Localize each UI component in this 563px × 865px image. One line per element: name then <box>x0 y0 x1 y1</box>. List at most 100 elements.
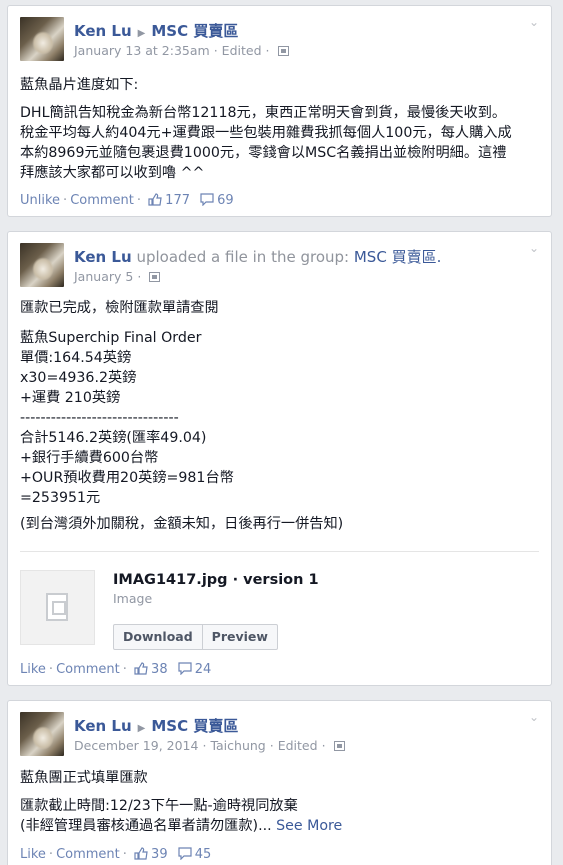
post-meta: January 5 · <box>74 269 161 284</box>
author-avatar[interactable] <box>20 712 64 756</box>
post-header: Ken Lu uploaded a file in the group: MSC… <box>74 246 441 267</box>
comment-count[interactable]: 69 <box>217 193 234 208</box>
download-button[interactable]: Download <box>114 625 202 649</box>
group-name-link[interactable]: MSC 買賣區 <box>151 22 238 40</box>
post-text-line: 本約8969元並隨包裹退費1000元，零錢會以MSC名義捐出並檢附明細。這禮 <box>20 145 507 161</box>
location-link[interactable]: Taichung <box>210 738 265 753</box>
triangle-right-icon: ▶ <box>137 28 146 39</box>
post-actions: Like · Comment · 38 24 <box>20 662 217 677</box>
meta-separator: · <box>213 43 218 58</box>
action-separator: · <box>136 193 142 208</box>
edited-label[interactable]: Edited <box>222 43 262 58</box>
preview-button[interactable]: Preview <box>201 625 277 649</box>
chevron-down-icon[interactable]: ⌄ <box>529 16 541 28</box>
post-text-gap <box>20 318 343 328</box>
thumbs-up-icon[interactable] <box>134 847 148 860</box>
action-separator: · <box>48 847 54 862</box>
post-text-line: DHL簡訊告知稅金為新台幣12118元，東西正常明天會到貨，最慢後天收到。 <box>20 105 507 121</box>
triangle-right-icon: ▶ <box>137 723 146 734</box>
comment-link[interactable]: Comment <box>56 847 120 862</box>
comment-count[interactable]: 24 <box>195 662 212 677</box>
post-text-line: +運費 210英鎊 <box>20 390 121 406</box>
post-header: Ken Lu ▶ MSC 買賣區 <box>74 715 238 736</box>
post-text-gap <box>20 788 342 796</box>
thumbs-up-icon[interactable] <box>134 662 148 675</box>
post-body: 匯款已完成，檢附匯款單請查閱 藍魚Superchip Final Order 單… <box>20 298 343 534</box>
action-separator: · <box>122 847 127 862</box>
like-count[interactable]: 38 <box>151 662 168 677</box>
author-name-link[interactable]: Ken Lu <box>74 248 132 266</box>
like-link[interactable]: Like <box>20 847 46 862</box>
comment-link[interactable]: Comment <box>70 193 134 208</box>
post-text-line: 稅金平均每人約404元+運費跟一些包裝用雜費我抓每個人100元，每人購入成 <box>20 125 512 141</box>
comment-count[interactable]: 45 <box>195 847 212 862</box>
image-file-icon <box>46 593 68 621</box>
audience-icon <box>333 741 345 751</box>
meta-separator: · <box>321 738 326 753</box>
post-text-line: 單價:164.54英鎊 <box>20 350 132 366</box>
file-thumbnail[interactable] <box>20 570 95 645</box>
post-text-line: 匯款截止時間:12/23下午一點-逾時視同放棄 <box>20 798 298 814</box>
post-text-line: ------------------------------- <box>20 410 179 426</box>
comment-bubble-icon[interactable] <box>178 847 192 860</box>
like-link[interactable]: Like <box>20 662 46 677</box>
like-count[interactable]: 39 <box>151 847 168 862</box>
post-text-gap <box>20 95 512 103</box>
file-button-group: Download Preview <box>113 624 278 650</box>
group-name-link[interactable]: MSC 買賣區 <box>151 717 238 735</box>
post-text-line: (到台灣須外加關稅，金額未知，日後再行一併告知) <box>20 516 344 532</box>
post-text-line: 藍魚Superchip Final Order <box>20 330 202 346</box>
author-name-link[interactable]: Ken Lu <box>74 717 132 735</box>
post-actions: Unlike · Comment · 177 69 <box>20 193 240 208</box>
file-title-link[interactable]: IMAG1417.jpg · version 1 <box>113 572 319 588</box>
post-body: 藍魚晶片進度如下: DHL簡訊告知稅金為新台幣12118元，東西正常明天會到貨，… <box>20 75 512 183</box>
like-count[interactable]: 177 <box>165 193 190 208</box>
audience-icon <box>149 272 161 282</box>
post-text-line: (非經管理員審核通過名單者請勿匯款)... <box>20 818 272 834</box>
meta-separator: · <box>202 738 207 753</box>
post-header: Ken Lu ▶ MSC 買賣區 <box>74 20 238 41</box>
action-separator: · <box>63 193 68 208</box>
post-text-line: 匯款已完成，檢附匯款單請查閱 <box>20 300 219 316</box>
meta-separator: · <box>269 738 274 753</box>
comment-bubble-icon[interactable] <box>178 662 192 675</box>
chevron-down-icon[interactable]: ⌄ <box>529 242 541 254</box>
file-type-label: Image <box>113 591 153 606</box>
post-card: Ken Lu uploaded a file in the group: MSC… <box>7 231 552 686</box>
post-actions: Like · Comment · 39 45 <box>20 847 217 862</box>
attachment-divider <box>20 551 539 552</box>
unlike-link[interactable]: Unlike <box>20 193 60 208</box>
upload-description: uploaded a file in the group: <box>136 248 350 266</box>
post-card: Ken Lu ▶ MSC 買賣區 December 19, 2014 · Taichun… <box>7 700 552 865</box>
author-avatar[interactable] <box>20 243 64 287</box>
chevron-down-icon[interactable]: ⌄ <box>529 711 541 723</box>
author-avatar[interactable] <box>20 17 64 61</box>
audience-icon <box>277 46 289 56</box>
post-text-line: +OUR預收費用20英鎊=981台幣 <box>20 470 234 486</box>
post-text-line: 藍魚團正式填單匯款 <box>20 770 148 786</box>
comment-link[interactable]: Comment <box>56 662 120 677</box>
post-text-line: 藍魚晶片進度如下: <box>20 77 139 93</box>
post-timestamp[interactable]: December 19, 2014 <box>74 738 198 753</box>
meta-separator: · <box>265 43 270 58</box>
post-text-line: +銀行手續費600台幣 <box>20 450 159 466</box>
post-card: Ken Lu ▶ MSC 買賣區 January 13 at 2:35am · Edit… <box>7 5 552 217</box>
see-more-link[interactable]: See More <box>276 818 342 834</box>
post-meta: January 13 at 2:35am · Edited · <box>74 43 289 58</box>
action-separator: · <box>122 662 127 677</box>
post-text-line: 拜應該大家都可以收到嚕 ^^ <box>20 165 205 181</box>
group-name-link[interactable]: MSC 買賣區. <box>354 248 441 266</box>
post-body: 藍魚團正式填單匯款 匯款截止時間:12/23下午一點-逾時視同放棄 (非經管理員… <box>20 768 342 836</box>
thumbs-up-icon[interactable] <box>148 193 162 206</box>
edited-label[interactable]: Edited <box>278 738 318 753</box>
post-timestamp[interactable]: January 13 at 2:35am <box>74 43 210 58</box>
comment-bubble-icon[interactable] <box>200 193 214 206</box>
post-timestamp[interactable]: January 5 <box>74 269 133 284</box>
action-separator: · <box>48 662 54 677</box>
author-name-link[interactable]: Ken Lu <box>74 22 132 40</box>
meta-separator: · <box>137 269 142 284</box>
post-text-line-with-more: (非經管理員審核通過名單者請勿匯款)... See More <box>20 816 342 836</box>
post-text-line: =253951元 <box>20 490 101 506</box>
post-text-line: x30=4936.2英鎊 <box>20 370 137 386</box>
post-meta: December 19, 2014 · Taichung · Edited · <box>74 738 345 753</box>
